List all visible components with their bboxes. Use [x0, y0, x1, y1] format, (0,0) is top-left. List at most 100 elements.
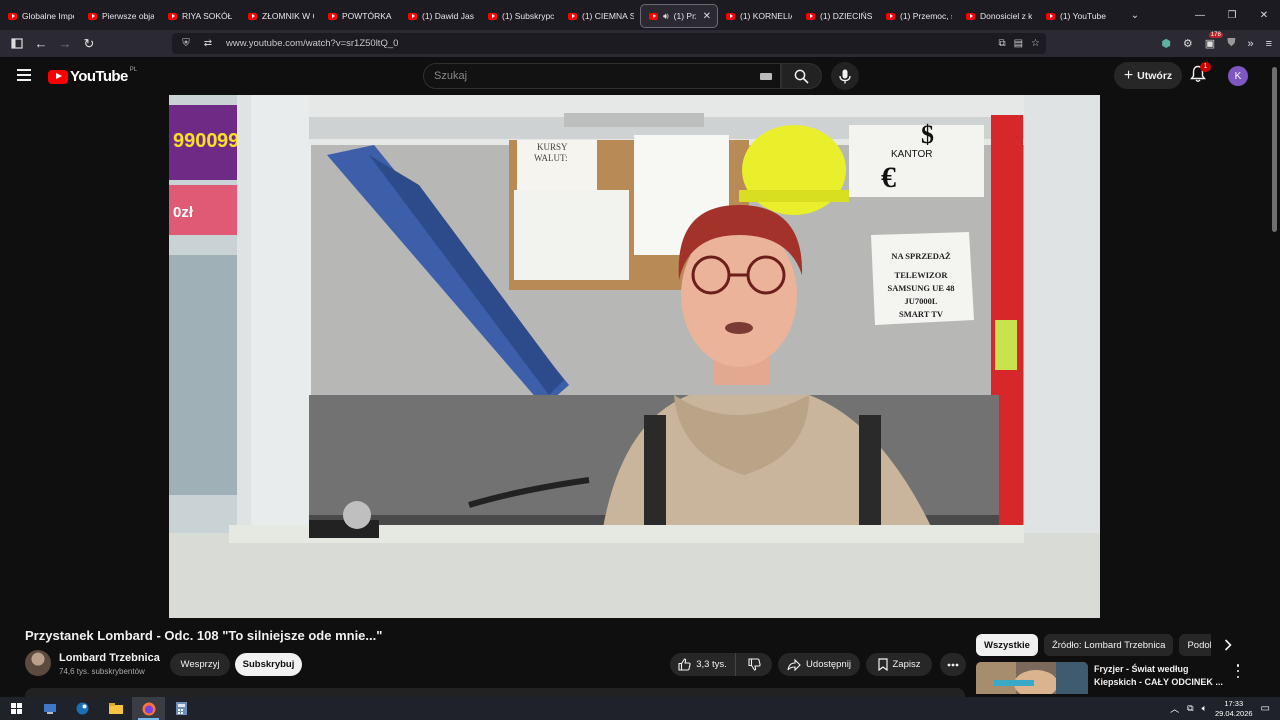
steam-icon[interactable]	[66, 697, 99, 720]
filter-chip[interactable]: Podob	[1179, 634, 1211, 656]
address-bar[interactable]: ⛨ ⇄ www.youtube.com/watch?v=sr1Z50ltQ_0 …	[172, 33, 1046, 54]
youtube-logo[interactable]: YouTube PL	[48, 66, 138, 85]
url-text[interactable]: www.youtube.com/watch?v=sr1Z50ltQ_0	[226, 38, 398, 49]
minimize-icon[interactable]: —	[1184, 0, 1216, 30]
recommendation-thumbnail[interactable]	[976, 662, 1088, 694]
restore-icon[interactable]: ❐	[1216, 0, 1248, 30]
extension-icon[interactable]: ⛊	[1227, 37, 1235, 50]
close-tab-icon[interactable]: ✕	[703, 11, 711, 22]
channel-avatar[interactable]	[25, 650, 51, 676]
browser-tab[interactable]: POWTÓRKA M	[320, 4, 400, 28]
picture-in-picture-icon[interactable]: ⧉	[998, 38, 1005, 49]
recommendation-title[interactable]: Fryzjer - Świat według Kiepskich - CAŁY …	[1094, 663, 1224, 688]
create-label: Utwórz	[1137, 69, 1173, 82]
more-tools-icon[interactable]: »	[1247, 38, 1253, 50]
browser-tab[interactable]: Pierwsze objaw	[80, 4, 160, 28]
windows-start-icon[interactable]	[0, 697, 33, 720]
shield-icon[interactable]: ⛨	[178, 38, 194, 49]
save-button[interactable]: Zapisz	[866, 653, 932, 676]
filter-chip[interactable]: Źródło: Lombard Trzebnica	[1043, 634, 1174, 656]
clock-time: 17:33	[1224, 698, 1244, 708]
keyboard-icon[interactable]	[760, 73, 772, 80]
sale-sign-line-2: TELEWIZOR	[895, 270, 949, 280]
support-button[interactable]: Wesprzyj	[170, 653, 230, 676]
close-window-icon[interactable]: ✕	[1248, 0, 1280, 30]
search-input[interactable]: Szukaj	[423, 63, 781, 89]
browser-tab[interactable]: (1) Dawid Jasp	[400, 4, 480, 28]
show-hidden-icons-icon[interactable]: ︿	[1170, 702, 1179, 715]
country-code: PL	[129, 66, 138, 73]
page-scrollbar[interactable]	[1269, 57, 1280, 697]
create-button[interactable]: + Utwórz	[1114, 62, 1182, 89]
extension-shield-icon[interactable]: ⬢	[1161, 37, 1171, 50]
more-actions-button[interactable]	[940, 653, 966, 676]
account-avatar[interactable]: K	[1228, 66, 1248, 86]
browser-tab[interactable]: ZŁOMNIK W C	[240, 4, 320, 28]
app-menu-icon[interactable]: ≡	[1266, 38, 1272, 50]
share-button[interactable]: Udostępnij	[778, 653, 860, 676]
system-clock[interactable]: 17:33 29.04.2026	[1215, 699, 1253, 719]
search-button[interactable]	[781, 63, 822, 89]
volume-icon[interactable]: 🔈︎	[1202, 703, 1207, 714]
extensions-puzzle-icon[interactable]: ⚙	[1183, 37, 1193, 50]
reload-button[interactable]: ↻	[77, 32, 101, 56]
sidebar-toggle-icon[interactable]	[5, 32, 29, 56]
notification-center-icon[interactable]: ▭	[1261, 703, 1270, 714]
chips-next-button[interactable]	[1219, 636, 1237, 654]
like-dislike-group: 3,3 tys.	[670, 653, 772, 676]
dislike-button[interactable]	[737, 653, 772, 676]
scrollbar-thumb[interactable]	[1272, 67, 1277, 232]
bookmark-star-icon[interactable]: ☆	[1031, 38, 1040, 49]
calculator-icon[interactable]	[165, 697, 198, 720]
tab-list: Globalne Impe Pierwsze objaw RIYA SOKÓŁ w Z…	[0, 2, 1118, 28]
tab-title: (1) KORNELIA	[740, 11, 792, 21]
permissions-icon[interactable]: ⇄	[200, 38, 216, 49]
tab-title: (1) Subskrypcje	[502, 11, 554, 21]
forward-button[interactable]: →	[53, 32, 77, 56]
browser-tab[interactable]: (1) KORNELIA	[718, 4, 798, 28]
browser-tab[interactable]: (1) YouTube	[1038, 4, 1118, 28]
promo-price-right: 99	[217, 130, 239, 152]
tab-title: Globalne Impe	[22, 11, 74, 21]
browser-tab[interactable]: (1) DZIECIŃSTW	[798, 4, 878, 28]
browser-tab[interactable]: Donosiciel z ka	[958, 4, 1038, 28]
ublock-extension-icon[interactable]: ▣ 178	[1205, 32, 1223, 50]
channel-name[interactable]: Lombard Trzebnica	[59, 652, 160, 664]
browser-tab[interactable]: (1) Przemoc, sz	[878, 4, 958, 28]
promo-zl: 0zł	[173, 204, 194, 221]
system-tray: ︿ ⧉ 🔈︎ 17:33 29.04.2026 ▭	[1170, 697, 1280, 720]
filter-chip[interactable]: Wszystkie	[976, 634, 1038, 656]
task-view-icon[interactable]	[33, 697, 66, 720]
youtube-favicon-icon	[328, 12, 337, 20]
subscribe-button[interactable]: Subskrybuj	[235, 653, 302, 676]
video-player[interactable]: 9900 99 0zł KURSY WALUT: KANTOR $ € NA S…	[169, 95, 1100, 618]
youtube-favicon-icon	[649, 12, 658, 20]
search-placeholder: Szukaj	[434, 70, 468, 82]
sale-sign-line-4: JU7000L	[904, 296, 937, 306]
firefox-icon[interactable]	[132, 697, 165, 720]
browser-tab[interactable]: Globalne Impe	[0, 4, 80, 28]
tab-audio-icon[interactable]: 🔊︎	[663, 11, 669, 22]
youtube-favicon-icon	[726, 12, 735, 20]
network-icon[interactable]: ⧉	[1187, 703, 1193, 714]
like-button[interactable]: 3,3 tys.	[670, 653, 736, 676]
browser-tab[interactable]: (1) Subskrypcje	[480, 4, 560, 28]
list-all-tabs-icon[interactable]: ⌄	[1124, 10, 1146, 21]
browser-tab-active[interactable]: 🔊︎ (1) Przy ✕	[640, 4, 718, 28]
youtube-favicon-icon	[248, 12, 257, 20]
bookmark-icon	[877, 658, 888, 671]
reader-view-icon[interactable]: ▤	[1014, 38, 1023, 49]
guide-menu-icon[interactable]	[17, 69, 31, 81]
microphone-icon	[839, 69, 851, 83]
browser-tab[interactable]: (1) CIEMNA ST	[560, 4, 640, 28]
thumbnail-image	[976, 662, 1088, 694]
notifications-button[interactable]: 1	[1190, 62, 1211, 85]
window-controls: — ❐ ✕	[1184, 0, 1280, 30]
voice-search-button[interactable]	[831, 62, 859, 90]
tab-title: (1) DZIECIŃSTW	[820, 11, 872, 21]
recommendation-menu-icon[interactable]	[1232, 664, 1244, 678]
tab-title: (1) Przy	[673, 11, 696, 21]
browser-tab[interactable]: RIYA SOKÓŁ w	[160, 4, 240, 28]
file-explorer-icon[interactable]	[99, 697, 132, 720]
back-button[interactable]: ←	[29, 32, 53, 56]
